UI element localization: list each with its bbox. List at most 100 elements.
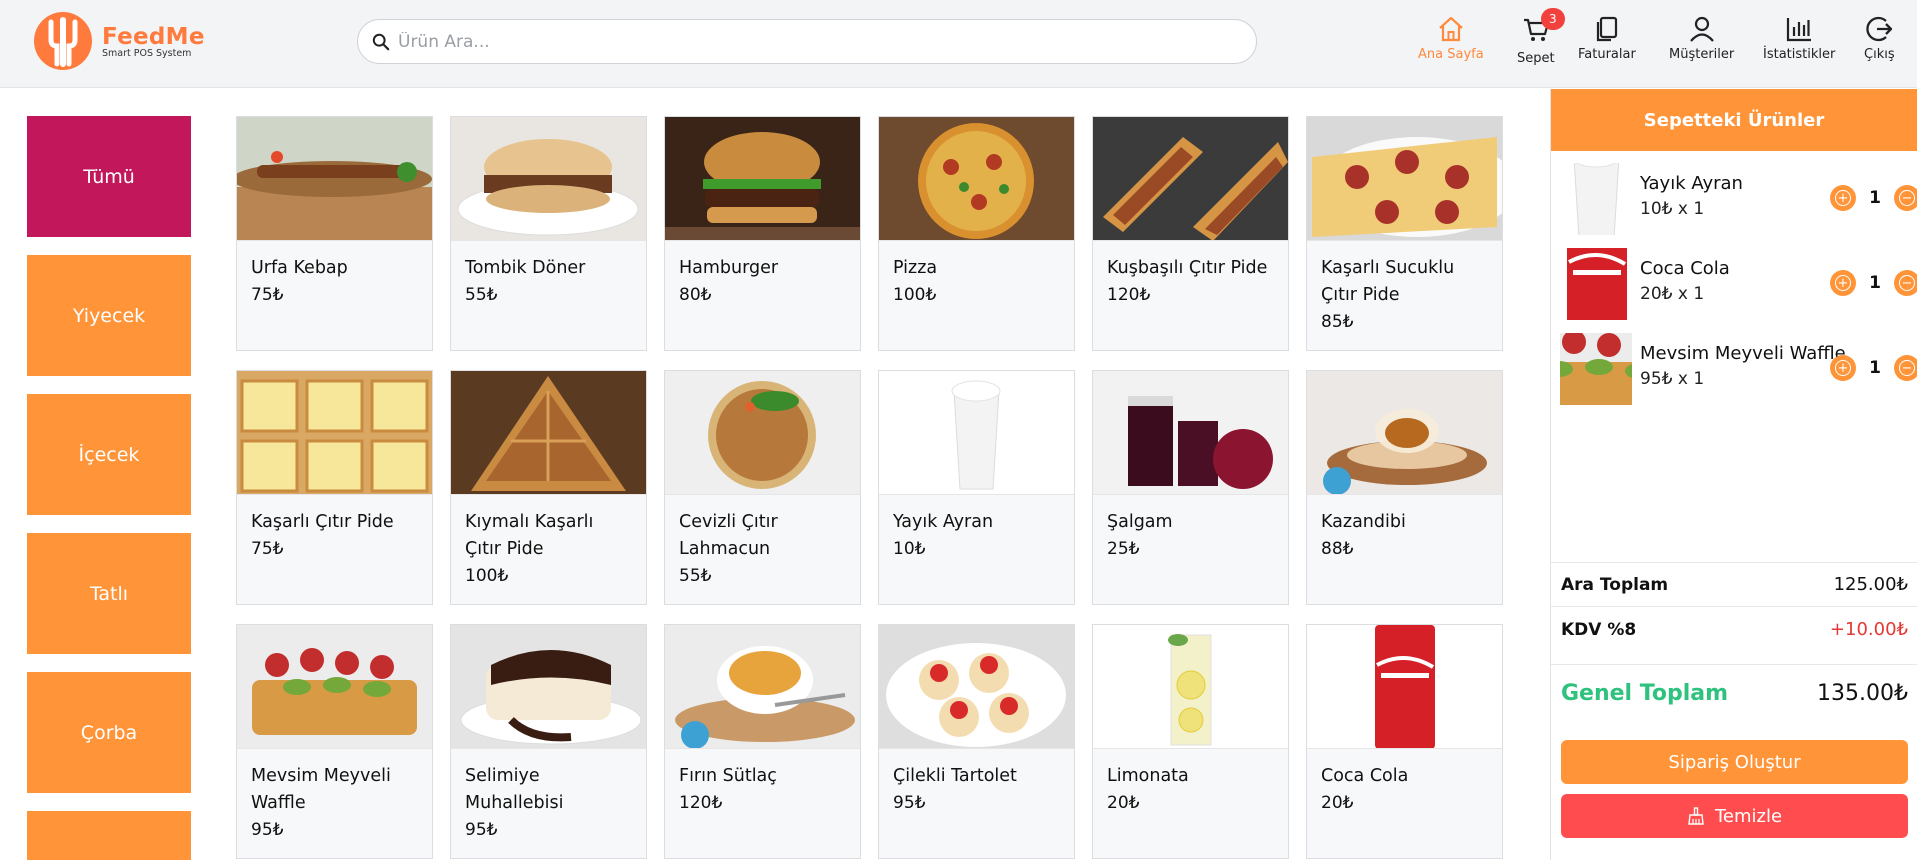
- product-name: Mevsim Meyveli Waffle: [251, 766, 391, 813]
- product-name: Selimiye Muhallebisi: [465, 766, 564, 813]
- product-price: 55₺: [679, 566, 712, 586]
- product-image: [1093, 117, 1288, 241]
- decrease-quantity-button[interactable]: −: [1894, 185, 1917, 211]
- cart-item: Yayık Ayran 10₺ x 1 +1 −: [1560, 163, 1917, 235]
- cart-count-badge: 3: [1540, 8, 1565, 30]
- product-name: Tombik Döner: [465, 258, 586, 278]
- category-food[interactable]: Yiyecek: [27, 255, 191, 376]
- product-price: 95₺: [465, 820, 498, 840]
- product-card[interactable]: Urfa Kebap 75₺: [236, 116, 433, 351]
- product-name: Çilekli Tartolet: [893, 766, 1017, 786]
- product-card[interactable]: Tombik Döner 55₺: [450, 116, 647, 351]
- cart-item-name: Yayık Ayran: [1640, 173, 1743, 194]
- nav-customers[interactable]: Müşteriler: [1669, 14, 1734, 62]
- product-name: Kaşarlı Çıtır Pide: [251, 512, 394, 532]
- product-price: 20₺: [1321, 793, 1354, 813]
- increase-quantity-button[interactable]: +: [1830, 185, 1856, 211]
- nav-customers-label: Müşteriler: [1669, 47, 1735, 62]
- product-card[interactable]: Çilekli Tartolet 95₺: [878, 624, 1075, 859]
- search-input[interactable]: [398, 31, 1198, 52]
- nav-home[interactable]: Ana Sayfa: [1418, 14, 1484, 62]
- product-card[interactable]: Hamburger 80₺: [664, 116, 861, 351]
- brand-tagline: Smart POS System: [102, 47, 192, 59]
- product-price: 20₺: [1107, 793, 1140, 813]
- nav-invoices[interactable]: Faturalar: [1578, 14, 1636, 62]
- category-more[interactable]: [27, 811, 191, 860]
- quantity-stepper: +1 −: [1830, 185, 1917, 211]
- category-soup[interactable]: Çorba: [27, 672, 191, 793]
- product-card[interactable]: Kuşbaşılı Çıtır Pide 120₺: [1092, 116, 1289, 351]
- product-card[interactable]: Coca Cola 20₺: [1306, 624, 1503, 859]
- fork-knife-logo-icon: [32, 10, 94, 72]
- product-card[interactable]: Mevsim Meyveli Waffle 95₺: [236, 624, 433, 859]
- plus-icon: +: [1835, 190, 1851, 206]
- product-price: 85₺: [1321, 312, 1354, 332]
- product-name: Cevizli Çıtır Lahmacun: [679, 512, 778, 559]
- nav-home-label: Ana Sayfa: [1418, 47, 1484, 62]
- product-price: 75₺: [251, 539, 284, 559]
- product-name: Kazandibi: [1321, 512, 1406, 532]
- product-card[interactable]: Fırın Sütlaç 120₺: [664, 624, 861, 859]
- cart-item-image: [1560, 248, 1632, 320]
- brand-logo[interactable]: FeedMe Smart POS System: [32, 10, 205, 72]
- product-card[interactable]: Pizza 100₺: [878, 116, 1075, 351]
- product-name: Fırın Sütlaç: [679, 766, 777, 786]
- product-price: 75₺: [251, 285, 284, 305]
- cart-item: Mevsim Meyveli Waffle 95₺ x 1 +1 −: [1560, 333, 1917, 405]
- decrease-quantity-button[interactable]: −: [1894, 355, 1917, 381]
- product-name: Kuşbaşılı Çıtır Pide: [1107, 258, 1268, 278]
- product-card[interactable]: Selimiye Muhallebisi 95₺: [450, 624, 647, 859]
- product-name: Limonata: [1107, 766, 1189, 786]
- product-card[interactable]: Kıymalı Kaşarlı Çıtır Pide 100₺: [450, 370, 647, 605]
- subtotal-value: 125.00₺: [1833, 574, 1908, 595]
- product-card[interactable]: Limonata 20₺: [1092, 624, 1289, 859]
- product-name: Coca Cola: [1321, 766, 1409, 786]
- increase-quantity-button[interactable]: +: [1830, 270, 1856, 296]
- product-price: 88₺: [1321, 539, 1354, 559]
- product-image: [1307, 371, 1502, 495]
- minus-icon: −: [1899, 190, 1915, 206]
- product-price: 120₺: [679, 793, 723, 813]
- product-image: [665, 625, 860, 749]
- clear-cart-button[interactable]: Temizle: [1561, 794, 1908, 838]
- product-price: 55₺: [465, 285, 498, 305]
- brand-name: FeedMe: [102, 23, 205, 50]
- product-card[interactable]: Kaşarlı Çıtır Pide 75₺: [236, 370, 433, 605]
- category-drinks[interactable]: İçecek: [27, 394, 191, 515]
- cart-item-name: Mevsim Meyveli Waffle: [1640, 343, 1846, 364]
- cart-item-image: [1560, 333, 1632, 405]
- category-dessert[interactable]: Tatlı: [27, 533, 191, 654]
- tax-row: KDV %8 +10.00₺: [1551, 606, 1917, 652]
- nav-logout[interactable]: Çıkış: [1864, 14, 1895, 62]
- create-order-button[interactable]: Sipariş Oluştur: [1561, 740, 1908, 784]
- cart-title: Sepetteki Ürünler: [1551, 89, 1917, 151]
- nav-cart[interactable]: 3 Sepet: [1517, 8, 1565, 66]
- product-card[interactable]: Şalgam 25₺: [1092, 370, 1289, 605]
- search-bar: [357, 19, 1257, 64]
- product-image: [665, 117, 860, 241]
- product-image: [1093, 371, 1288, 495]
- user-icon: [1689, 16, 1714, 42]
- nav-statistics[interactable]: İstatistikler: [1763, 14, 1835, 62]
- total-label: Genel Toplam: [1561, 681, 1729, 706]
- cart-item-quantity: 1: [1869, 273, 1881, 293]
- total-row: Genel Toplam 135.00₺: [1551, 664, 1917, 722]
- total-value: 135.00₺: [1817, 681, 1908, 706]
- quantity-stepper: +1 −: [1830, 270, 1917, 296]
- category-all[interactable]: Tümü: [27, 116, 191, 237]
- product-name: Kıymalı Kaşarlı Çıtır Pide: [465, 512, 594, 559]
- product-name: Hamburger: [679, 258, 779, 278]
- product-name: Şalgam: [1107, 512, 1173, 532]
- increase-quantity-button[interactable]: +: [1830, 355, 1856, 381]
- cart-panel: Sepetteki Ürünler Yayık Ayran 10₺ x 1 +1− C…: [1550, 89, 1917, 860]
- product-price: 100₺: [465, 566, 509, 586]
- product-image: [879, 625, 1074, 749]
- product-price: 80₺: [679, 285, 712, 305]
- product-card[interactable]: Kazandibi 88₺: [1306, 370, 1503, 605]
- product-card[interactable]: Cevizli Çıtır Lahmacun 55₺: [664, 370, 861, 605]
- product-image: [237, 625, 432, 749]
- product-card[interactable]: Kaşarlı Sucuklu Çıtır Pide 85₺: [1306, 116, 1503, 351]
- product-name: Pizza: [893, 258, 938, 278]
- product-card[interactable]: Yayık Ayran 10₺: [878, 370, 1075, 605]
- decrease-quantity-button[interactable]: −: [1894, 270, 1917, 296]
